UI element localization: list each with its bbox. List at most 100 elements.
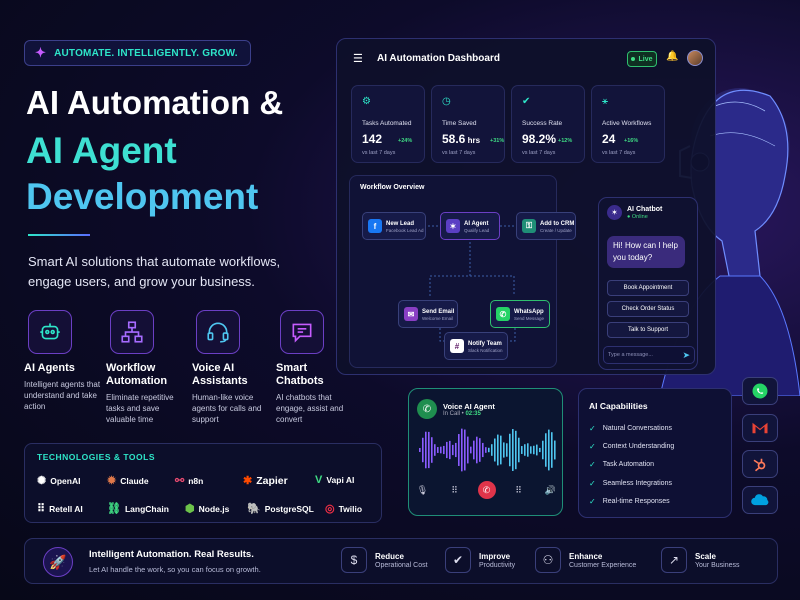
waveform-bar [491,444,493,456]
waveform-bar [512,429,514,471]
call-status: In Call • 02:35 [443,410,481,417]
bell-icon[interactable]: 🔔 [666,51,678,62]
feature-title: AI Agents [24,362,75,374]
waveform-bar [434,444,436,456]
benefit-item: ↗ Scale Your Business [661,547,740,573]
speaker-icon[interactable]: 🔊 [542,481,560,499]
check-circle-icon: ✔ [522,96,531,107]
tool-nodejs: ⬢ Node.js [185,503,230,515]
capabilities-title: AI Capabilities [589,401,648,411]
tagline-text: AUTOMATE. INTELLIGENTLY. GROW. [54,47,238,59]
waveform-bar [473,440,475,460]
tech-heading: TECHNOLOGIES & TOOLS [37,452,155,462]
waveform-bar [443,445,445,455]
microphone-icon[interactable]: 🎙 [414,481,432,499]
voice-agent-panel: ✆ Voice AI Agent In Call • 02:35 🎙 ⠿ ✆ ⠿ 🔊 [408,388,563,516]
tool-zapier: ✱ Zapier [243,474,288,488]
slack-icon: # [450,339,464,353]
salesforce-icon[interactable] [742,486,778,514]
workflow-node[interactable]: # Notify Team Slack Notification [444,332,508,360]
tool-postgresql: 🐘 PostgreSQL [247,503,314,515]
whatsapp-icon[interactable] [742,377,778,405]
hero-subtitle: Smart AI solutions that automate workflo… [28,254,281,289]
waveform-bar [458,434,460,466]
email-icon: ✉ [404,307,418,321]
vapi-icon: V [315,474,323,486]
chat-option-button[interactable]: Check Order Status [607,301,689,317]
waveform-bar [440,446,442,454]
chat-bubble: Hi! How can I help you today? [607,236,685,268]
keypad-icon[interactable]: ⠿ [446,481,464,499]
capability-item: ✓ Natural Conversations [589,424,672,433]
workflow-node[interactable]: ✆ WhatsApp Send Message [490,300,550,328]
chat-input[interactable]: Type a message... ➤ [603,346,695,364]
workflow-node[interactable]: f New Lead Facebook Lead Ad [362,212,426,240]
openai-icon: ✺ [37,475,47,487]
gmail-icon[interactable] [742,414,778,442]
waveform-bar [452,444,454,456]
menu-icon[interactable]: ☰ [353,52,363,65]
waveform-bar [548,429,550,471]
waveform-bar [527,443,529,457]
feature-workflow: Workflow Automation Eliminate repetitive … [106,310,186,425]
chatbot-name: AI Chatbot [627,206,663,213]
waveform-bar [461,428,463,472]
waveform-bar [521,446,523,454]
feature-desc: AI chatbots that engage, assist and conv… [276,393,344,424]
workflow-node[interactable]: ⚿ Add to CRM Create / Update [516,212,576,240]
workflow-node[interactable]: ✉ Send Email Welcome Email [398,300,458,328]
rocket-icon: 🚀 [43,547,73,577]
waveform-bar [554,440,556,460]
send-icon[interactable]: ➤ [682,350,690,361]
tech-tools-panel: TECHNOLOGIES & TOOLS ✺ OpenAI ✹ Claude ⚯ n8… [24,443,382,523]
stat-card: ◷ Time Saved 58.6 hrs +31% vs last 7 day… [431,85,505,163]
footer-title: Intelligent Automation. Real Results. [89,549,254,560]
chatbot-panel: ✶ AI Chatbot ● Online Hi! How can I help y… [598,197,698,370]
claude-icon: ✹ [107,475,117,487]
chat-option-button[interactable]: Talk to Support [607,322,689,338]
waveform-bar [428,431,430,469]
feature-desc: Eliminate repetitive tasks and save valu… [106,393,174,424]
waveform-bar [539,447,541,453]
robot-icon [28,310,72,354]
facebook-icon: f [368,219,382,233]
waveform-bar [545,433,547,467]
phone-icon: ✆ [417,399,437,419]
tool-openai: ✺ OpenAI [37,475,81,487]
waveform-bar [446,441,448,459]
workflow-node[interactable]: ✶ AI Agent Qualify Lead [440,212,500,240]
capability-item: ✓ Seamless Integrations [589,479,672,488]
postgresql-icon: 🐘 [247,503,261,515]
gear-icon: ⚙ [362,96,371,107]
tool-claude: ✹ Claude [107,475,149,487]
chat-icon [280,310,324,354]
hero-title-line1: AI Automation & [26,84,284,121]
waveform-bar [515,430,517,470]
feature-voice: Voice AI Assistants Human-like voice agen… [192,310,272,425]
feature-desc: Human-like voice agents for calls and su… [192,393,262,424]
workflow-overview: Workflow Overview f New Lead Facebook Lead… [349,175,576,368]
waveform-bar [431,437,433,463]
keypad-icon[interactable]: ⠿ [510,481,528,499]
langchain-icon: ⛓ [107,503,121,515]
hubspot-icon[interactable] [742,450,778,478]
waveform-bar [509,433,511,467]
whatsapp-icon: ✆ [496,307,510,321]
end-call-button[interactable]: ✆ [477,481,496,499]
hero-title-line3: Development [26,176,259,217]
stat-card: ⚹ Active Workflows 24 +16% vs last 7 day… [591,85,665,163]
robot-icon: ✶ [446,219,460,233]
avatar[interactable] [687,50,703,66]
nodejs-icon: ⬢ [185,503,195,515]
money-icon: $ [341,547,367,573]
chatbot-status: ● Online [627,214,648,220]
waveform-bar [419,448,421,452]
check-icon: ✓ [589,479,596,488]
stat-card: ⚙ Tasks Automated 142 +24% vs last 7 day… [351,85,425,163]
chat-option-button[interactable]: Book Appointment [607,280,689,296]
waveform-bar [536,444,538,456]
benefit-item: ✔ Improve Productivity [445,547,515,573]
robot-icon: ✶ [607,205,622,220]
waveform-bar [482,442,484,458]
waveform-bar [479,438,481,462]
